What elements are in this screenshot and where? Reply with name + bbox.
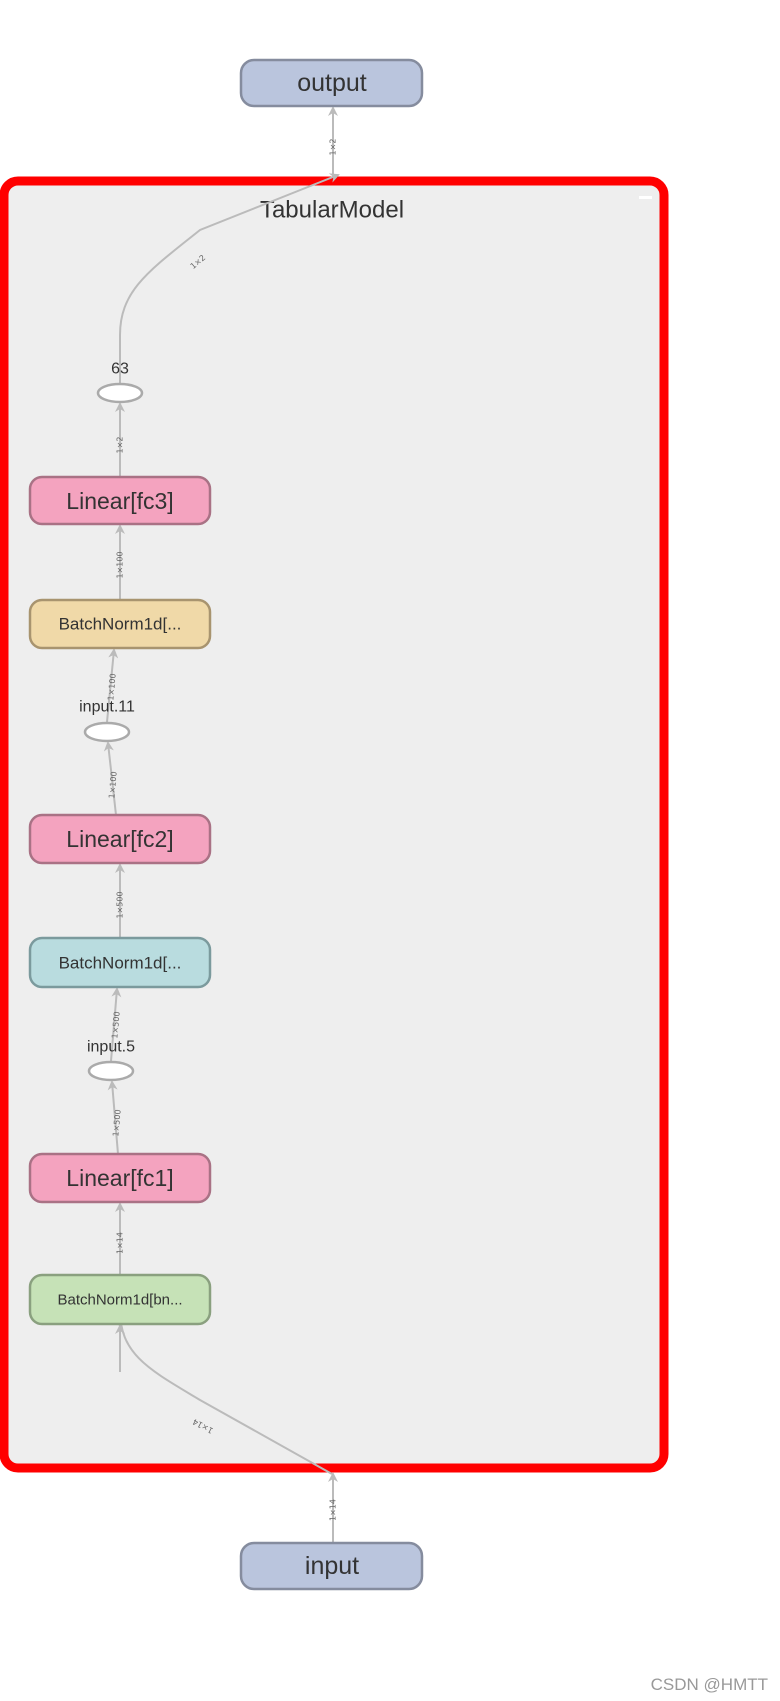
collapse-icon[interactable] xyxy=(639,196,652,199)
node-output[interactable]: output xyxy=(239,58,424,108)
node-label: 63 xyxy=(111,361,129,378)
edge-label: 1×100 xyxy=(116,551,125,578)
node-label: Linear[fc1] xyxy=(66,1165,173,1191)
graph-canvas[interactable]: TabularModel 1×2 1×2 1×2 1×100 1×100 1×1… xyxy=(0,0,780,1701)
edge-label: 1×500 xyxy=(116,891,125,918)
node-label: BatchNorm1d[bn... xyxy=(57,1292,182,1309)
node-batchnorm-bn1[interactable]: BatchNorm1d[... xyxy=(28,936,212,989)
node-label: input xyxy=(305,1552,359,1580)
edge-label: 1×14 xyxy=(329,1499,338,1521)
node-linear-fc2[interactable]: Linear[fc2] xyxy=(28,813,212,865)
watermark: CSDN @HMTT xyxy=(650,1675,768,1694)
edge-label: 1×2 xyxy=(116,437,125,454)
node-input[interactable]: input xyxy=(239,1541,424,1591)
node-batchnorm-bn2[interactable]: BatchNorm1d[... xyxy=(28,598,212,650)
node-label: BatchNorm1d[... xyxy=(59,954,182,973)
node-linear-fc1[interactable]: Linear[fc1] xyxy=(28,1152,212,1204)
node-label: input.5 xyxy=(87,1039,135,1056)
node-linear-fc3[interactable]: Linear[fc3] xyxy=(28,475,212,526)
node-label: output xyxy=(297,69,367,97)
node-label: input.11 xyxy=(79,699,135,716)
node-label: BatchNorm1d[... xyxy=(59,615,182,634)
edge-label: 1×2 xyxy=(329,139,338,156)
edge-label: 1×14 xyxy=(116,1232,125,1254)
group-title: TabularModel xyxy=(260,197,404,224)
node-label: Linear[fc3] xyxy=(66,488,173,514)
node-label: Linear[fc2] xyxy=(66,826,173,852)
node-batchnorm-bn-cont[interactable]: BatchNorm1d[bn... xyxy=(28,1273,212,1326)
